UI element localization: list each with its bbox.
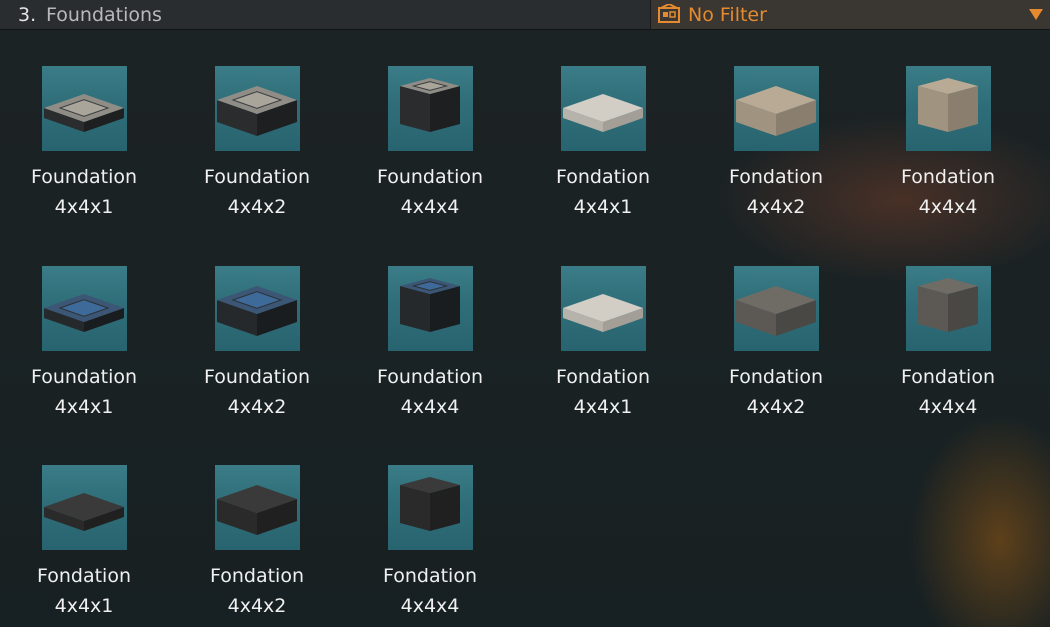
build-item-tile[interactable]: Fondation 4x4x2 bbox=[182, 457, 332, 627]
item-name: Fondation bbox=[900, 366, 996, 388]
metal-foundation-cube-icon bbox=[388, 66, 473, 151]
item-name: Foundation bbox=[376, 366, 484, 388]
item-size: 4x4x4 bbox=[400, 396, 460, 418]
item-size: 4x4x2 bbox=[227, 396, 287, 418]
item-size: 4x4x1 bbox=[573, 196, 633, 218]
build-item-tile[interactable]: Fondation 4x4x1 bbox=[528, 258, 678, 428]
building-filter-icon bbox=[658, 4, 680, 23]
item-size: 4x4x2 bbox=[227, 196, 287, 218]
build-item-tile[interactable]: Foundation 4x4x4 bbox=[355, 58, 505, 228]
build-item-tile[interactable]: Fondation 4x4x1 bbox=[528, 58, 678, 228]
blue-metal-foundation-medium-icon bbox=[215, 266, 300, 351]
dark-concrete-foundation-medium-icon bbox=[734, 266, 819, 351]
item-name: Fondation bbox=[728, 366, 824, 388]
build-item-tile[interactable]: Foundation 4x4x4 bbox=[355, 258, 505, 428]
item-name: Fondation bbox=[728, 166, 824, 188]
item-name: Foundation bbox=[203, 166, 311, 188]
build-item-tile[interactable]: Fondation 4x4x4 bbox=[355, 457, 505, 627]
build-item-tile[interactable]: Foundation 4x4x2 bbox=[182, 258, 332, 428]
item-name: Fondation bbox=[555, 166, 651, 188]
metal-foundation-medium-icon bbox=[215, 66, 300, 151]
item-size: 4x4x1 bbox=[54, 595, 114, 617]
item-name: Foundation bbox=[30, 166, 138, 188]
black-foundation-slab-icon bbox=[42, 465, 127, 550]
light-concrete-foundation-slab-icon bbox=[561, 266, 646, 351]
item-size: 4x4x4 bbox=[918, 196, 978, 218]
item-name: Fondation bbox=[36, 565, 132, 587]
build-item-tile[interactable]: Foundation 4x4x1 bbox=[9, 258, 159, 428]
concrete-foundation-cube-icon bbox=[906, 66, 991, 151]
build-item-tile[interactable]: Fondation 4x4x4 bbox=[873, 58, 1023, 228]
filter-selected-value: No Filter bbox=[688, 4, 767, 26]
black-foundation-medium-icon bbox=[215, 465, 300, 550]
item-size: 4x4x4 bbox=[400, 196, 460, 218]
black-foundation-cube-icon bbox=[388, 465, 473, 550]
item-size: 4x4x1 bbox=[573, 396, 633, 418]
dark-concrete-foundation-cube-icon bbox=[906, 266, 991, 351]
category-header: 3. Foundations No Filter bbox=[0, 0, 1050, 30]
concrete-foundation-medium-icon bbox=[734, 66, 819, 151]
build-item-tile[interactable]: Fondation 4x4x2 bbox=[701, 258, 851, 428]
dropdown-arrow-icon[interactable] bbox=[1029, 9, 1043, 20]
item-name: Fondation bbox=[209, 565, 305, 587]
item-name: Foundation bbox=[203, 366, 311, 388]
build-item-tile[interactable]: Foundation 4x4x2 bbox=[182, 58, 332, 228]
metal-foundation-slab-icon bbox=[42, 66, 127, 151]
concrete-foundation-slab-icon bbox=[561, 66, 646, 151]
item-size: 4x4x1 bbox=[54, 396, 114, 418]
item-size: 4x4x4 bbox=[400, 595, 460, 617]
category-title: Foundations bbox=[46, 4, 162, 26]
build-item-tile[interactable]: Foundation 4x4x1 bbox=[9, 58, 159, 228]
item-name: Foundation bbox=[376, 166, 484, 188]
item-size: 4x4x2 bbox=[227, 595, 287, 617]
build-item-tile[interactable]: Fondation 4x4x1 bbox=[9, 457, 159, 627]
build-item-tile[interactable]: Fondation 4x4x2 bbox=[701, 58, 851, 228]
item-name: Fondation bbox=[382, 565, 478, 587]
filter-dropdown[interactable]: No Filter bbox=[650, 0, 1050, 29]
category-number: 3. bbox=[18, 4, 37, 26]
item-name: Fondation bbox=[555, 366, 651, 388]
item-grid: Foundation 4x4x1 Foundation 4x4x2 Foundati… bbox=[0, 29, 1050, 627]
item-size: 4x4x4 bbox=[918, 396, 978, 418]
blue-metal-foundation-cube-icon bbox=[388, 266, 473, 351]
build-item-tile[interactable]: Fondation 4x4x4 bbox=[873, 258, 1023, 428]
item-size: 4x4x2 bbox=[746, 396, 806, 418]
item-name: Fondation bbox=[900, 166, 996, 188]
blue-metal-foundation-slab-icon bbox=[42, 266, 127, 351]
item-size: 4x4x1 bbox=[54, 196, 114, 218]
item-size: 4x4x2 bbox=[746, 196, 806, 218]
item-name: Foundation bbox=[30, 366, 138, 388]
